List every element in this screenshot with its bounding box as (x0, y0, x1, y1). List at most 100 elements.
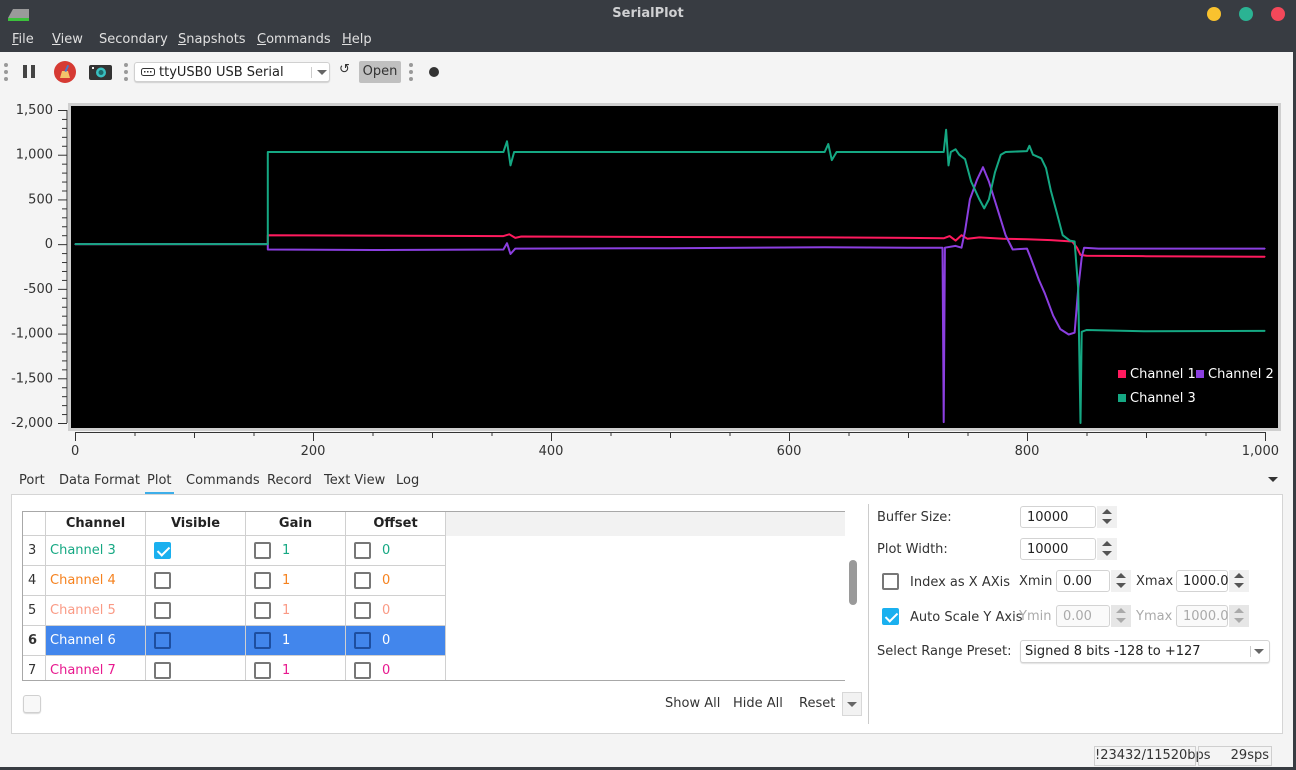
row-index-cell[interactable]: 4 (23, 566, 46, 596)
visible-cell[interactable] (146, 596, 246, 626)
offset-cell[interactable]: 0 (346, 536, 446, 566)
reset-button[interactable]: Reset (799, 696, 835, 711)
gain-cell[interactable]: 1 (246, 626, 346, 656)
plot-area[interactable]: 1,500 1,000 500 0 -500 -1,000 -1,500 -2,000 0 200… (0, 96, 1296, 466)
xmin-stepper[interactable] (1111, 570, 1131, 592)
gain-value[interactable]: 1 (282, 543, 290, 558)
gain-checkbox[interactable] (254, 602, 271, 619)
table-corner-button[interactable] (23, 695, 41, 713)
offset-checkbox[interactable] (354, 632, 371, 649)
plot-width-spinbox[interactable]: 10000 (1020, 538, 1117, 560)
buffer-size-spinbox[interactable]: 10000 (1020, 506, 1117, 528)
menu-secondary[interactable]: Secondary (99, 32, 168, 47)
reset-menu-button[interactable] (842, 692, 862, 716)
arrow-up-icon[interactable] (1102, 541, 1112, 546)
offset-checkbox[interactable] (354, 662, 371, 679)
gain-checkbox[interactable] (254, 632, 271, 649)
gain-cell[interactable]: 1 (246, 566, 346, 596)
offset-checkbox[interactable] (354, 602, 371, 619)
show-all-button[interactable]: Show All (665, 696, 720, 711)
visible-cell[interactable] (146, 566, 246, 596)
table-row[interactable]: 5 Channel 5 1 0 (23, 596, 446, 626)
channel-name-cell[interactable]: Channel 4 (46, 566, 146, 596)
clear-button[interactable] (54, 61, 76, 87)
offset-checkbox[interactable] (354, 572, 371, 589)
xmin-spinbox[interactable]: 0.00 (1056, 570, 1131, 592)
menu-file[interactable]: File (12, 32, 34, 47)
column-header-offset[interactable]: Offset (346, 512, 446, 536)
table-row[interactable]: 7 Channel 7 1 0 (23, 656, 446, 680)
table-row[interactable]: 4 Channel 4 1 0 (23, 566, 446, 596)
tab-commands[interactable]: Commands (186, 473, 260, 492)
menu-view[interactable]: View (52, 32, 83, 47)
auto-scale-y-checkbox[interactable] (882, 608, 899, 625)
open-port-button[interactable]: Open (359, 61, 401, 83)
buffer-size-stepper[interactable] (1097, 506, 1117, 528)
plot-canvas[interactable]: 1,500 1,000 500 0 -500 -1,000 -1,500 -2,000 0 200… (0, 96, 1296, 466)
gain-cell[interactable]: 1 (246, 656, 346, 680)
gain-value[interactable]: 1 (282, 603, 290, 618)
menu-help[interactable]: Help (342, 32, 372, 47)
offset-cell[interactable]: 0 (346, 596, 446, 626)
tab-data-format[interactable]: Data Format (59, 473, 140, 492)
menu-snapshots[interactable]: Snapshots (178, 32, 246, 47)
column-header-visible[interactable]: Visible (146, 512, 246, 536)
offset-checkbox[interactable] (354, 542, 371, 559)
channel-name-cell[interactable]: Channel 7 (46, 656, 146, 680)
toolbar-grip-handle-3[interactable] (409, 63, 413, 81)
visible-checkbox[interactable] (154, 602, 171, 619)
offset-value[interactable]: 0 (382, 573, 390, 588)
tab-text-view[interactable]: Text View (324, 473, 385, 492)
xmax-spinbox[interactable]: 1000.0 (1176, 570, 1249, 592)
column-header-gain[interactable]: Gain (246, 512, 346, 536)
tab-log[interactable]: Log (396, 473, 419, 492)
channel-name-cell[interactable]: Channel 5 (46, 596, 146, 626)
offset-value[interactable]: 0 (382, 633, 390, 648)
xmax-stepper[interactable] (1229, 570, 1249, 592)
table-scrollbar[interactable] (845, 511, 862, 681)
hide-all-button[interactable]: Hide All (733, 696, 783, 711)
channel-name-cell[interactable]: Channel 3 (46, 536, 146, 566)
arrow-up-icon[interactable] (1234, 573, 1244, 578)
offset-value[interactable]: 0 (382, 663, 390, 678)
arrow-down-icon[interactable] (1102, 519, 1112, 524)
port-select[interactable]: ttyUSB0 USB Serial (134, 62, 330, 82)
visible-checkbox[interactable] (154, 542, 171, 559)
close-button[interactable] (1271, 7, 1285, 21)
tab-plot[interactable]: Plot (145, 473, 174, 494)
arrow-down-icon[interactable] (1116, 583, 1126, 588)
column-header-index[interactable] (23, 512, 46, 536)
tab-record[interactable]: Record (267, 473, 312, 492)
column-header-channel[interactable]: Channel (46, 512, 146, 536)
minimize-button[interactable] (1207, 7, 1221, 21)
visible-checkbox[interactable] (154, 572, 171, 589)
index-as-x-checkbox[interactable] (882, 573, 899, 590)
gain-cell[interactable]: 1 (246, 536, 346, 566)
plot-width-stepper[interactable] (1097, 538, 1117, 560)
range-preset-select[interactable]: Signed 8 bits -128 to +127 (1020, 640, 1270, 663)
gain-checkbox[interactable] (254, 572, 271, 589)
arrow-down-icon[interactable] (1234, 583, 1244, 588)
menu-commands[interactable]: Commands (257, 32, 331, 47)
gain-value[interactable]: 1 (282, 573, 290, 588)
table-row[interactable]: 3 Channel 3 1 0 (23, 536, 446, 566)
row-index-cell[interactable]: 7 (23, 656, 46, 680)
offset-value[interactable]: 0 (382, 543, 390, 558)
offset-value[interactable]: 0 (382, 603, 390, 618)
visible-cell[interactable] (146, 626, 246, 656)
arrow-down-icon[interactable] (1102, 551, 1112, 556)
visible-checkbox[interactable] (154, 662, 171, 679)
visible-checkbox[interactable] (154, 632, 171, 649)
arrow-up-icon[interactable] (1116, 573, 1126, 578)
snapshot-button[interactable] (89, 65, 112, 84)
channel-name-cell[interactable]: Channel 6 (46, 626, 146, 656)
row-index-cell[interactable]: 3 (23, 536, 46, 566)
gain-checkbox[interactable] (254, 542, 271, 559)
gain-cell[interactable]: 1 (246, 596, 346, 626)
visible-cell[interactable] (146, 656, 246, 680)
refresh-ports-button[interactable]: ↺ (339, 62, 350, 77)
maximize-button[interactable] (1239, 7, 1253, 21)
gain-value[interactable]: 1 (282, 663, 290, 678)
table-row[interactable]: 6 Channel 6 1 0 (23, 626, 446, 656)
pause-button[interactable] (22, 65, 36, 82)
